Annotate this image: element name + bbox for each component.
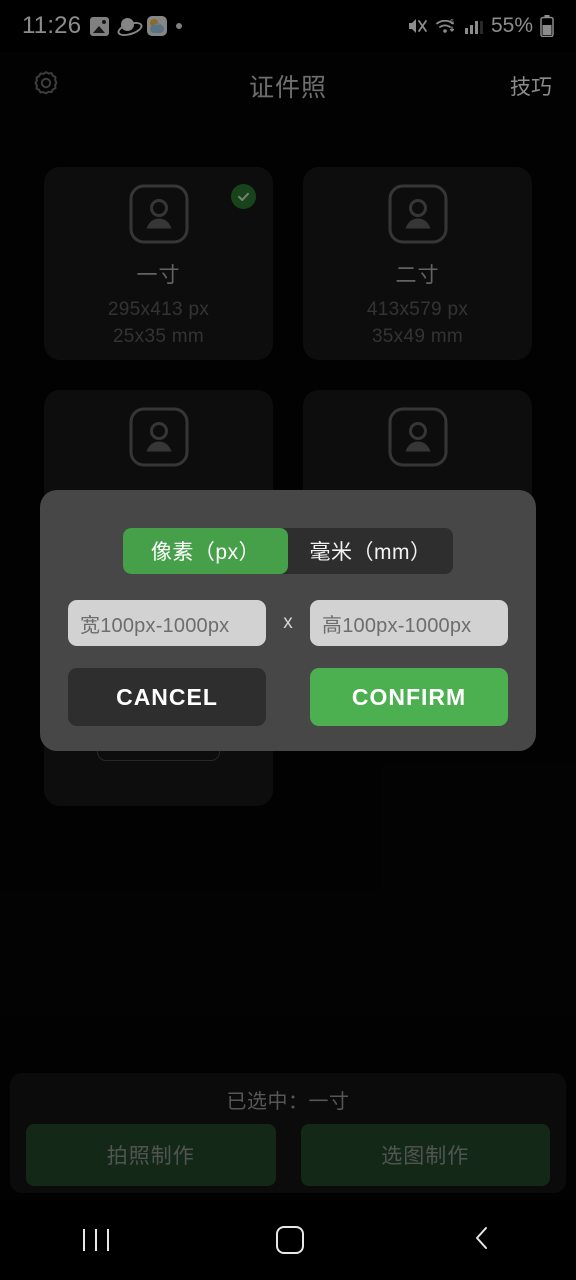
weather-icon — [147, 16, 168, 36]
size-card-px: 295x413 px — [107, 299, 210, 320]
bottom-action-bar: 已选中：一寸 拍照制作 选图制作 — [10, 1073, 566, 1193]
gallery-pick-button[interactable]: 选图制作 — [300, 1124, 550, 1186]
height-input-placeholder: 高100px-1000px — [322, 614, 472, 637]
status-bar-left: 11:26 — [22, 12, 183, 40]
size-card-mm: 35x49 mm — [371, 326, 464, 347]
dot-icon — [176, 23, 183, 29]
mute-icon — [406, 16, 428, 36]
custom-size-dialog: 像素（px） 毫米（mm） 宽100px-1000px x 高100px-100… — [40, 490, 536, 751]
status-bar-right: 6 55% — [406, 14, 554, 38]
person-avatar-icon — [387, 406, 449, 468]
selected-check-badge — [231, 184, 256, 209]
unit-tab-mm[interactable]: 毫米（mm） — [288, 528, 453, 574]
dialog-actions: CANCEL CONFIRM — [68, 668, 508, 726]
svg-text:6: 6 — [450, 19, 454, 26]
photo-icon — [90, 16, 110, 36]
status-time: 11:26 — [22, 12, 82, 39]
size-card-yicun[interactable]: 一寸 295x413 px 25x35 mm — [44, 167, 273, 360]
selected-size-label: 已选中：一寸 — [226, 1091, 350, 1113]
home-icon[interactable] — [275, 1226, 304, 1254]
size-card-ercun[interactable]: 二寸 413x579 px 35x49 mm — [303, 167, 532, 360]
size-card-title: 一寸 — [136, 264, 181, 287]
page-title: 证件照 — [248, 74, 327, 102]
width-input-placeholder: 宽100px-1000px — [80, 614, 230, 637]
unit-toggle-group: 像素（px） 毫米（mm） — [123, 528, 453, 574]
app-bar: 证件照 技巧 — [0, 52, 576, 120]
size-card-px: 413x579 px — [366, 299, 469, 320]
planet-icon — [116, 16, 145, 39]
back-icon[interactable] — [471, 1224, 493, 1257]
cancel-button[interactable]: CANCEL — [68, 668, 266, 726]
person-avatar-icon — [128, 183, 190, 245]
tips-button[interactable]: 技巧 — [510, 71, 552, 101]
phone-screen: 11:26 6 55% 证件照 技巧 一寸 295x413 px 25x35 m… — [0, 0, 576, 1280]
battery-percent: 55% — [490, 14, 533, 37]
person-avatar-icon — [387, 183, 449, 245]
confirm-button[interactable]: CONFIRM — [310, 668, 508, 726]
size-card-title: 二寸 — [395, 264, 440, 287]
bottom-button-row: 拍照制作 选图制作 — [26, 1124, 550, 1186]
width-input[interactable]: 宽100px-1000px — [68, 600, 266, 646]
height-input[interactable]: 高100px-1000px — [310, 600, 508, 646]
size-card-mm: 25x35 mm — [112, 326, 205, 347]
status-bar: 11:26 6 55% — [0, 0, 576, 52]
camera-capture-button[interactable]: 拍照制作 — [26, 1124, 276, 1186]
signal-icon — [464, 16, 484, 36]
battery-icon — [540, 15, 554, 38]
person-avatar-icon — [128, 406, 190, 468]
gear-icon — [29, 69, 63, 103]
settings-button[interactable] — [24, 64, 68, 108]
unit-tab-px[interactable]: 像素（px） — [123, 528, 288, 574]
android-nav-bar — [0, 1200, 576, 1280]
wifi-icon: 6 — [435, 16, 457, 36]
recents-icon[interactable] — [83, 1229, 110, 1251]
dimension-fields: 宽100px-1000px x 高100px-1000px — [68, 600, 508, 646]
dimension-separator: x — [283, 612, 293, 633]
